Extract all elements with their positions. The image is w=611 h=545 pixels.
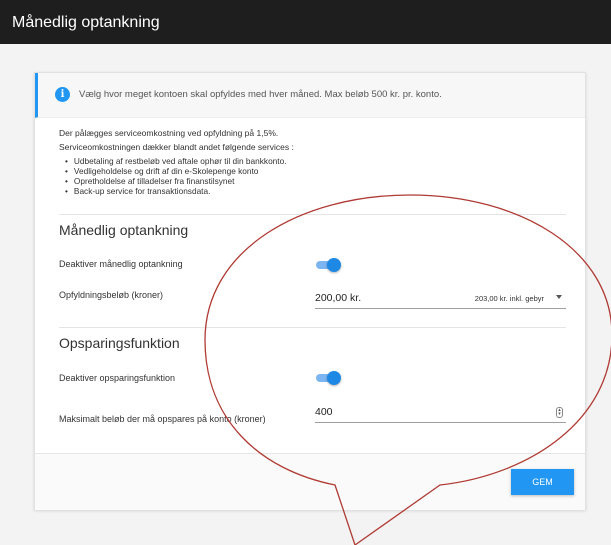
amount-label: Opfyldningsbeløb (kroner): [59, 290, 164, 300]
toggle-thumb: [327, 258, 341, 272]
window-title-bar: Månedlig optankning: [0, 0, 611, 44]
deactivate-monthly-label: Deaktiver månedlig optankning: [59, 259, 183, 269]
chevron-down-icon: [556, 295, 562, 299]
window-title: Månedlig optankning: [12, 14, 160, 31]
list-item: Udbetaling af restbeløb ved aftale ophør…: [65, 156, 287, 166]
info-text: Vælg hvor meget kontoen skal opfyldes me…: [79, 89, 442, 100]
list-item: Opretholdelse af tilladelser fra finanst…: [65, 176, 287, 186]
max-savings-label: Maksimalt beløb der må opspares på konto…: [59, 414, 266, 424]
deactivate-monthly-toggle[interactable]: [316, 258, 341, 272]
services-intro: Serviceomkostningen dækker blandt andet …: [59, 142, 294, 152]
amount-value: 200,00 kr.: [315, 292, 362, 304]
list-item: Vedligeholdelse og drift af din e-Skolep…: [65, 166, 287, 176]
divider: [59, 214, 566, 215]
amount-select[interactable]: 200,00 kr. 203,00 kr. inkl. gebyr: [315, 289, 566, 309]
list-item: Back-up service for transaktionsdata.: [65, 186, 287, 196]
info-banner: i Vælg hvor meget kontoen skal opfyldes …: [35, 73, 585, 118]
max-savings-input[interactable]: 400 ▴ ▾: [315, 403, 566, 423]
services-list: Udbetaling af restbeløb ved aftale ophør…: [65, 156, 287, 196]
settings-card: i Vælg hvor meget kontoen skal opfyldes …: [34, 72, 586, 510]
info-icon: i: [55, 87, 70, 102]
deactivate-savings-label: Deaktiver opsparingsfunktion: [59, 373, 176, 383]
card-footer: [35, 453, 585, 510]
deactivate-savings-toggle[interactable]: [316, 371, 341, 385]
amount-fee-note: 203,00 kr. inkl. gebyr: [474, 294, 544, 303]
savings-section-title: Opsparingsfunktion: [59, 335, 180, 351]
monthly-section-title: Månedlig optankning: [59, 222, 189, 238]
max-savings-value: 400: [315, 406, 333, 418]
toggle-thumb: [327, 371, 341, 385]
number-stepper-icon[interactable]: ▴ ▾: [556, 407, 563, 418]
fee-description: Der pålægges serviceomkostning ved opfyl…: [59, 128, 279, 138]
save-button[interactable]: GEM: [511, 469, 574, 495]
divider: [59, 327, 566, 328]
